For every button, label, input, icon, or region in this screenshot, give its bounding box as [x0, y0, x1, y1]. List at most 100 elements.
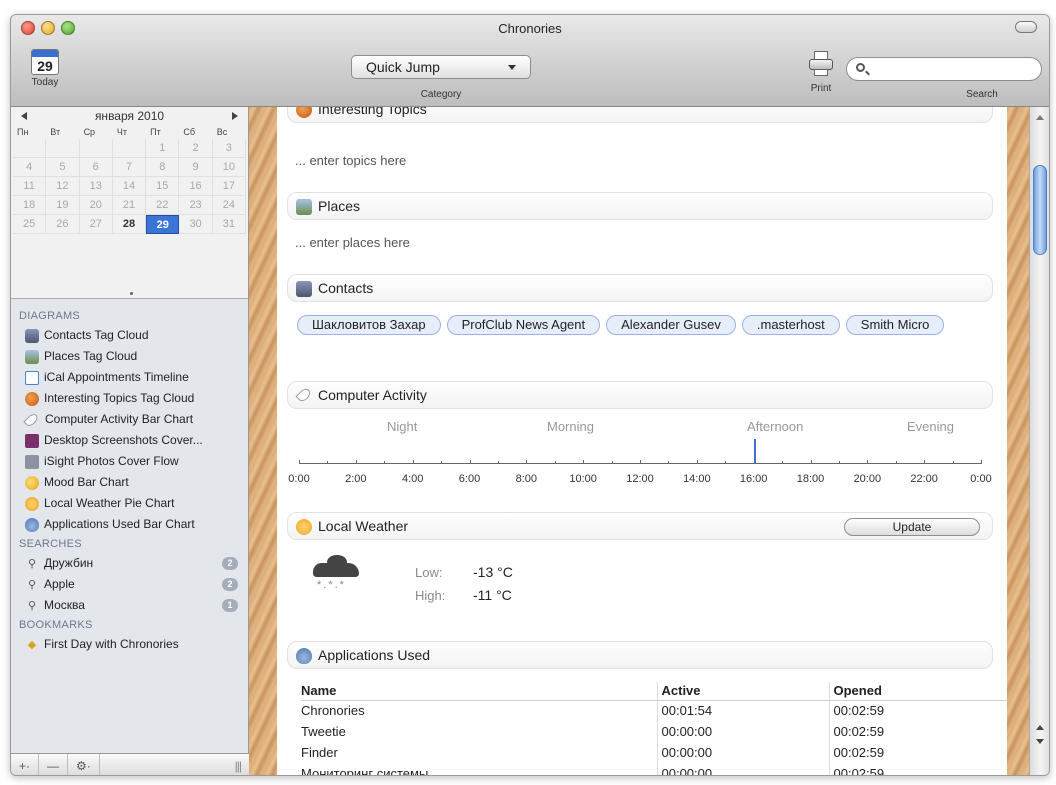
sidebar-item-bookmark[interactable]: ◆ First Day with Chronories	[11, 634, 248, 655]
table-cell: Мониторинг системы	[301, 766, 429, 776]
sidebar-bottom-bar: +· — ⚙· |||	[11, 753, 249, 776]
calendar-day[interactable]: 21	[112, 196, 147, 215]
time-period-label: Night	[387, 419, 418, 434]
sidebar-item-diagram[interactable]: iSight Photos Cover Flow	[11, 451, 248, 472]
column-header[interactable]: Active	[656, 682, 829, 701]
calendar-day[interactable]: 23	[179, 196, 213, 215]
calendar-day[interactable]: 4	[13, 158, 47, 177]
calendar-day[interactable]: 29	[146, 215, 180, 234]
calendar-day[interactable]: 8	[146, 158, 180, 177]
count-badge: 1	[222, 599, 238, 612]
calendar-blank-cell	[46, 139, 80, 158]
calendar-day[interactable]: 12	[46, 177, 80, 196]
calendar-day[interactable]: 3	[212, 139, 246, 158]
sidebar-item-diagram[interactable]: Computer Activity Bar Chart	[11, 409, 248, 430]
calendar-day[interactable]: 10	[212, 158, 246, 177]
sidebar-item-diagram[interactable]: Local Weather Pie Chart	[11, 493, 248, 514]
calendar-day[interactable]: 15	[146, 177, 180, 196]
print-button[interactable]: Print	[801, 51, 841, 94]
calendar-day[interactable]: 17	[212, 177, 246, 196]
contact-tag[interactable]: Alexander Gusev	[606, 315, 736, 335]
calendar-day[interactable]: 19	[46, 196, 80, 215]
timeline-tick	[810, 460, 812, 464]
contact-tag[interactable]: ProfClub News Agent	[446, 315, 601, 335]
local-weather-icon	[296, 519, 312, 535]
sidebar-item-diagram[interactable]: Interesting Topics Tag Cloud	[11, 388, 248, 409]
sidebar-item-diagram[interactable]: iCal Appointments Timeline	[11, 367, 248, 388]
sidebar-item-diagram[interactable]: Desktop Screenshots Cover...	[11, 430, 248, 451]
calendar-day[interactable]: 1	[146, 139, 180, 158]
calendar-day[interactable]: 22	[146, 196, 180, 215]
vertical-scrollbar[interactable]	[1029, 107, 1049, 775]
scroll-down-icon[interactable]	[1036, 739, 1044, 744]
sidebar-item-diagram[interactable]: Mood Bar Chart	[11, 472, 248, 493]
table-row[interactable]: Tweetie 00:00:00 00:02:59	[301, 721, 1007, 742]
calendar-day[interactable]: 7	[112, 158, 147, 177]
low-temp-value: -13 °C	[473, 564, 513, 580]
sidebar-item-label: Interesting Topics Tag Cloud	[44, 391, 195, 405]
contacts-header: Contacts	[287, 274, 993, 302]
next-month-icon[interactable]	[231, 112, 238, 120]
update-weather-button[interactable]: Update	[844, 518, 980, 536]
timeline-tick-label: 16:00	[739, 473, 768, 485]
applications-used-header: Applications Used	[287, 641, 993, 669]
sidebar-item-label: iCal Appointments Timeline	[44, 370, 189, 384]
resize-grip[interactable]: |||	[227, 754, 249, 776]
contact-tag[interactable]: Smith Micro	[845, 315, 945, 335]
table-row[interactable]: Finder 00:00:00 00:02:59	[301, 742, 1007, 763]
sidebar-item-search[interactable]: ⚲ Apple 2	[11, 574, 248, 595]
sidebar-item-search[interactable]: ⚲ Дружбин 2	[11, 553, 248, 574]
toolbar-toggle-button[interactable]	[1015, 21, 1037, 33]
calendar-day[interactable]: 18	[13, 196, 47, 215]
calendar-day[interactable]: 20	[79, 196, 113, 215]
calendar-day[interactable]: 13	[79, 177, 113, 196]
interesting-topics-icon	[296, 107, 312, 118]
calendar-blank-cell	[13, 139, 47, 158]
wood-frame-left	[249, 107, 277, 775]
calendar-day[interactable]: 5	[46, 158, 80, 177]
calendar-day[interactable]: 9	[179, 158, 213, 177]
calendar-day[interactable]: 2	[179, 139, 213, 158]
table-row[interactable]: Мониторинг системы 00:00:00 00:02:59	[301, 763, 1007, 776]
calendar-day[interactable]: 31	[212, 215, 246, 234]
calendar-day[interactable]: 24	[212, 196, 246, 215]
column-header[interactable]: Opened	[828, 682, 1007, 701]
timeline-tick-label: 0:00	[288, 473, 310, 485]
calendar-day[interactable]: 27	[79, 215, 113, 234]
calendar-day[interactable]: 6	[79, 158, 113, 177]
today-button[interactable]: 29 Today	[25, 49, 65, 88]
table-row[interactable]: Chronories 00:01:54 00:02:59	[301, 700, 1007, 721]
calendar-icon: 29	[31, 49, 59, 75]
sidebar-item-label: First Day with Chronories	[44, 637, 179, 651]
previous-month-icon[interactable]	[21, 112, 27, 120]
sidebar-item-diagram[interactable]: Applications Used Bar Chart	[11, 514, 248, 535]
places-header: Places	[287, 192, 993, 220]
calendar-day[interactable]: 26	[46, 215, 80, 234]
calendar-day[interactable]: 25	[13, 215, 47, 234]
weekday-label: Вт	[50, 127, 61, 137]
places-entry-field[interactable]: ... enter places here	[295, 235, 410, 250]
contact-tag[interactable]: .masterhost	[741, 315, 840, 335]
sidebar-item-diagram[interactable]: Places Tag Cloud	[11, 346, 248, 367]
timeline-tick	[725, 461, 727, 464]
calendar-day[interactable]: 16	[179, 177, 213, 196]
add-button[interactable]: +·	[11, 753, 40, 775]
scroll-up-icon[interactable]	[1036, 725, 1044, 730]
calendar-day[interactable]: 28	[112, 215, 147, 234]
search-input[interactable]	[846, 57, 1042, 81]
contacts-title: Contacts	[318, 280, 374, 296]
sidebar-item-search[interactable]: ⚲ Москва 1	[11, 595, 248, 616]
column-header[interactable]: Name	[301, 682, 657, 701]
splitter-handle[interactable]	[130, 292, 133, 295]
remove-button[interactable]: —	[39, 753, 69, 775]
topics-entry-field[interactable]: ... enter topics here	[295, 153, 406, 168]
contact-tag[interactable]: Шакловитов Захар	[297, 315, 441, 335]
quick-jump-select[interactable]: Quick Jump	[351, 55, 531, 79]
action-menu-button[interactable]: ⚙·	[68, 753, 100, 775]
calendar-day[interactable]: 14	[112, 177, 147, 196]
calendar-day[interactable]: 11	[13, 177, 47, 196]
sidebar-item-diagram[interactable]: Contacts Tag Cloud	[11, 325, 248, 346]
scrollbar-thumb[interactable]	[1033, 165, 1047, 255]
calendar-day[interactable]: 30	[179, 215, 213, 234]
sidebar-item-label: Apple	[44, 577, 75, 591]
